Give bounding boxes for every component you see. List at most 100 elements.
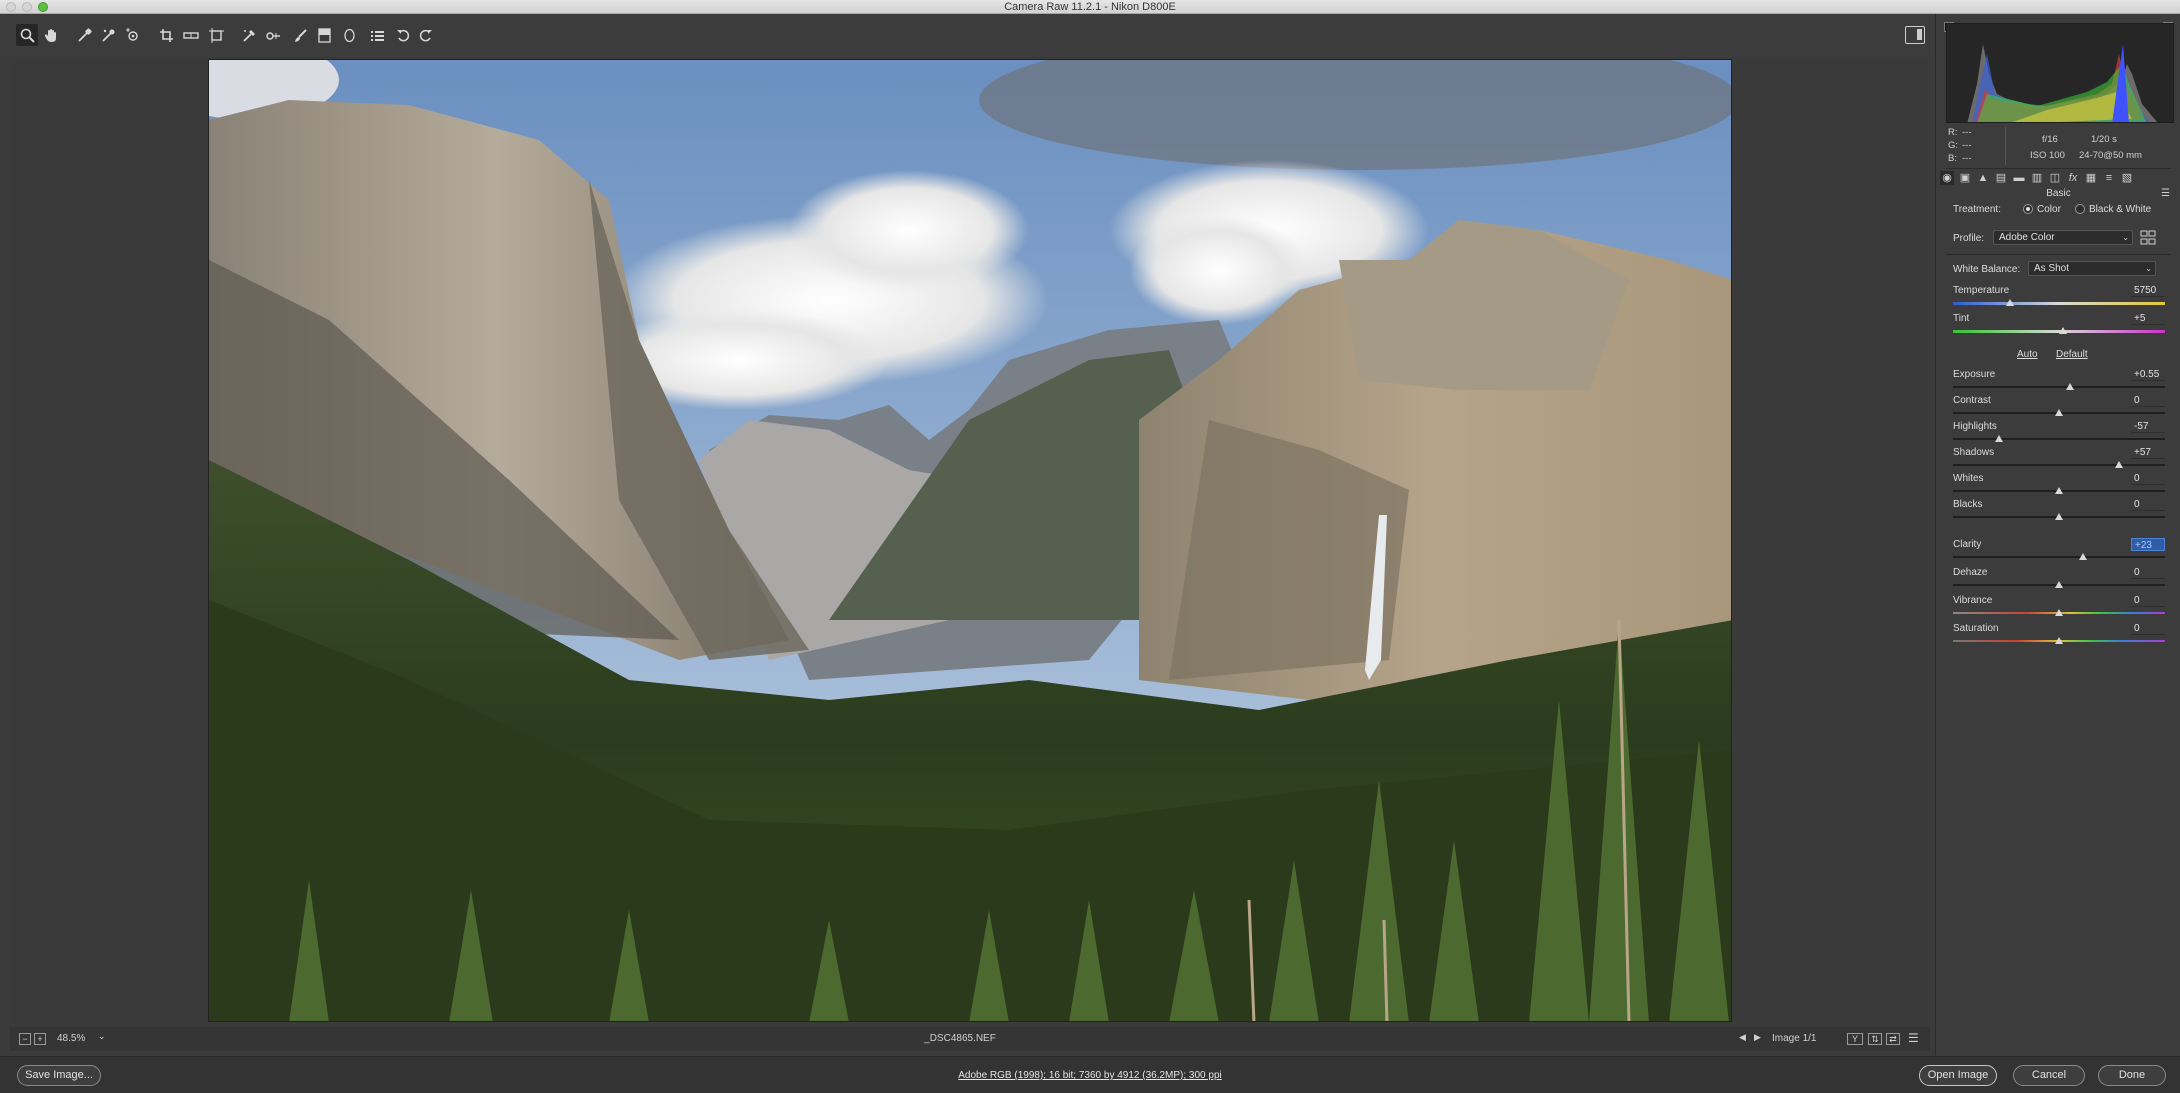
temperature-track[interactable] [1953, 302, 2165, 305]
clarity-value-field[interactable]: +23 [2131, 538, 2165, 551]
tab-camera-calibration[interactable]: ▦ [2084, 171, 2098, 185]
tab-hsl[interactable]: ▤ [1994, 171, 2008, 185]
zoom-tool[interactable] [16, 24, 38, 46]
adjustments-panel: R: --- G: --- B: --- f/16 1/20 s ISO 100 24… [1935, 14, 2180, 1056]
white-balance-select[interactable]: As Shot ⌄ [2028, 261, 2156, 276]
temperature-slider[interactable]: Temperature 5750 [1953, 285, 2165, 315]
tab-detail[interactable]: ▲ [1976, 171, 1990, 185]
cancel-button[interactable]: Cancel [2013, 1065, 2085, 1086]
default-link[interactable]: Default [2056, 349, 2088, 360]
toggle-settings-icon[interactable]: ☰ [1908, 1031, 1919, 1045]
saturation-slider[interactable]: Saturation 0 [1953, 623, 2165, 653]
whites-value-field[interactable]: 0 [2131, 472, 2165, 485]
straighten-tool[interactable] [180, 24, 202, 46]
blacks-thumb[interactable] [2055, 513, 2063, 520]
open-image-button[interactable]: Open Image [1919, 1065, 1997, 1086]
tab-snapshots[interactable]: ▧ [2120, 171, 2134, 185]
white-balance-tool[interactable] [73, 24, 95, 46]
zoom-window-button[interactable] [38, 2, 48, 12]
tint-thumb[interactable] [2059, 327, 2068, 334]
fullscreen-toggle-button[interactable] [1905, 26, 1925, 44]
shutter-speed-value: 1/20 s [2091, 134, 2117, 145]
vibrance-value-field[interactable]: 0 [2131, 594, 2165, 607]
hand-icon [44, 28, 56, 42]
radial-filter-tool[interactable] [338, 24, 360, 46]
whites-label: Whites [1953, 473, 1984, 484]
vibrance-thumb[interactable] [2055, 609, 2063, 616]
exposure-thumb[interactable] [2065, 383, 2074, 390]
panel-menu-icon[interactable]: ☰ [2161, 188, 2170, 199]
temperature-thumb[interactable] [2006, 299, 2015, 306]
workflow-options-link[interactable]: Adobe RGB (1998); 16 bit; 7360 by 4912 (… [958, 1070, 1222, 1081]
dehaze-value-field[interactable]: 0 [2131, 566, 2165, 579]
next-image-icon[interactable]: ▶ [1754, 1032, 1761, 1043]
tab-presets[interactable]: ≡ [2102, 171, 2116, 185]
dehaze-slider[interactable]: Dehaze 0 [1953, 567, 2165, 597]
transform-tool[interactable] [205, 24, 227, 46]
clarity-slider[interactable]: Clarity +23 [1953, 538, 2165, 569]
crop-tool[interactable] [155, 24, 177, 46]
green-value: --- [1962, 140, 1972, 151]
highlights-thumb[interactable] [1994, 435, 2003, 442]
vibrance-slider[interactable]: Vibrance 0 [1953, 595, 2165, 625]
tab-basic[interactable]: ◉ [1940, 171, 1954, 185]
treatment-color-radio[interactable] [2023, 204, 2033, 214]
list-icon [370, 30, 384, 41]
clarity-thumb[interactable] [2079, 553, 2088, 560]
contrast-value-field[interactable]: 0 [2131, 394, 2165, 407]
contrast-thumb[interactable] [2055, 409, 2063, 416]
tab-lens-corrections[interactable]: ▥ [2030, 171, 2044, 185]
before-after-view-icon[interactable]: Y [1847, 1033, 1863, 1045]
preferences-tool[interactable] [366, 24, 388, 46]
blacks-slider[interactable]: Blacks 0 [1953, 499, 2165, 529]
tint-value-field[interactable]: +5 [2131, 312, 2165, 325]
saturation-value-field[interactable]: 0 [2131, 622, 2165, 635]
rotate-ccw-tool[interactable] [392, 24, 414, 46]
graduated-filter-tool[interactable] [313, 24, 335, 46]
adjustment-brush-tool[interactable] [289, 24, 311, 46]
saturation-label: Saturation [1953, 623, 1999, 634]
contrast-label: Contrast [1953, 395, 1991, 406]
exposure-value-field[interactable]: +0.55 [2131, 368, 2165, 381]
spot-removal-tool[interactable] [238, 24, 260, 46]
ellipse-icon [343, 28, 355, 42]
minimize-window-button[interactable] [22, 2, 32, 12]
color-sampler-tool[interactable] [97, 24, 119, 46]
blacks-value-field[interactable]: 0 [2131, 498, 2165, 511]
photo-preview[interactable] [208, 59, 1732, 1022]
white-balance-label: White Balance: [1953, 264, 2021, 275]
whites-thumb[interactable] [2055, 487, 2063, 494]
close-window-button[interactable] [6, 2, 16, 12]
saturation-thumb[interactable] [2055, 637, 2063, 644]
shadows-track[interactable] [1953, 464, 2165, 466]
tab-effects[interactable]: fx [2066, 171, 2080, 185]
red-eye-tool[interactable] [262, 24, 284, 46]
previous-image-icon[interactable]: ◀ [1739, 1032, 1746, 1043]
tab-transform[interactable]: ◫ [2048, 171, 2062, 185]
tab-split-toning[interactable]: ▬ [2012, 171, 2026, 185]
save-image-button[interactable]: Save Image... [17, 1065, 101, 1086]
hand-tool[interactable] [40, 24, 62, 46]
rotate-right-icon [419, 29, 432, 41]
highlights-value-field[interactable]: -57 [2131, 420, 2165, 433]
temperature-value-field[interactable]: 5750 [2131, 284, 2165, 297]
magnifier-icon [20, 28, 35, 43]
swap-settings-icon[interactable]: ⇅ [1868, 1033, 1882, 1045]
treatment-bw-radio[interactable] [2075, 204, 2085, 214]
shadows-value-field[interactable]: +57 [2131, 446, 2165, 459]
red-value: --- [1962, 127, 1972, 138]
profile-select[interactable]: Adobe Color ⌄ [1993, 230, 2133, 245]
dehaze-thumb[interactable] [2055, 581, 2063, 588]
profile-browser-icon[interactable] [2140, 230, 2156, 245]
auto-link[interactable]: Auto [2017, 349, 2038, 360]
rotate-cw-tool[interactable] [414, 24, 436, 46]
exposure-track[interactable] [1953, 386, 2165, 388]
tab-tone-curve[interactable]: ▣ [1958, 171, 1972, 185]
tint-slider[interactable]: Tint +5 [1953, 313, 2165, 343]
highlights-track[interactable] [1953, 438, 2165, 440]
targeted-adjustment-tool[interactable] [122, 24, 144, 46]
shadows-thumb[interactable] [2115, 461, 2124, 468]
clarity-track[interactable] [1953, 556, 2165, 558]
copy-settings-icon[interactable]: ⇄ [1886, 1033, 1900, 1045]
done-button[interactable]: Done [2098, 1065, 2166, 1086]
